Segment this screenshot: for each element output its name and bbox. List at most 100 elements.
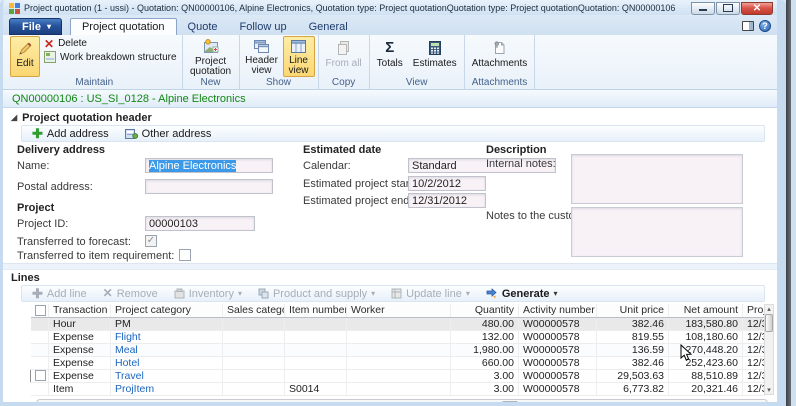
cell-activity-number[interactable]: W00000578 — [519, 330, 597, 343]
scroll-left-icon[interactable]: ◂ — [30, 399, 34, 406]
postal-address-field[interactable] — [145, 179, 273, 194]
cell-item-number[interactable] — [285, 356, 347, 369]
cell-unit-price[interactable]: 382.46 — [597, 317, 669, 330]
cell-sales-category[interactable] — [223, 356, 285, 369]
section-project-quotation-header[interactable]: ◢ Project quotation header — [11, 108, 777, 124]
help-icon[interactable]: ? — [759, 20, 771, 32]
notes-to-customer-textarea[interactable] — [571, 207, 743, 257]
cell-transaction-type[interactable]: Item — [49, 382, 111, 395]
tab-general[interactable]: General — [298, 18, 359, 35]
project-id-field[interactable]: 00000103 — [145, 216, 255, 231]
grid-horizontal-scrollbar[interactable]: ◂ ▸ — [30, 398, 774, 406]
cell-transaction-type[interactable]: Expense — [49, 343, 111, 356]
minimize-button[interactable] — [691, 2, 715, 15]
cell-worker[interactable] — [347, 382, 451, 395]
cell-sales-category[interactable] — [223, 343, 285, 356]
cell-project-date[interactable]: 12/31 — [743, 369, 765, 382]
cell-project-category-link[interactable]: Travel — [111, 369, 223, 382]
cell-activity-number[interactable]: W00000578 — [519, 382, 597, 395]
project-quotation-button[interactable]: Project quotation — [186, 36, 236, 77]
cell-project-date[interactable]: 12/31 — [743, 330, 765, 343]
edit-button[interactable]: Edit — [10, 36, 40, 77]
cell-project-date[interactable]: 12/31 — [743, 382, 765, 395]
col-unit-price[interactable]: Unit price — [597, 304, 669, 317]
row-checkbox[interactable] — [35, 370, 46, 381]
cell-transaction-type[interactable]: Expense — [49, 330, 111, 343]
cell-worker[interactable] — [347, 369, 451, 382]
cell-transaction-type[interactable]: Hour — [49, 317, 111, 330]
tab-follow-up[interactable]: Follow up — [229, 18, 298, 35]
cell-activity-number[interactable]: W00000578 — [519, 343, 597, 356]
col-net-amount[interactable]: Net amount — [669, 304, 743, 317]
estimated-start-field[interactable]: 10/2/2012 — [408, 176, 486, 191]
cell-item-number[interactable] — [285, 317, 347, 330]
grid-row-travel-selected[interactable]: Expense Travel 3.00 W00000578 29,503.63 … — [31, 369, 765, 382]
cell-net-amount[interactable]: 20,321.46 — [669, 382, 743, 395]
scroll-up-icon[interactable]: ▴ — [767, 305, 771, 313]
cell-project-date[interactable]: 12/31 — [743, 317, 765, 330]
totals-button[interactable]: Σ Totals — [373, 36, 407, 77]
vertical-scroll-thumb[interactable] — [765, 314, 773, 332]
horizontal-scroll-track[interactable] — [36, 399, 768, 406]
layout-icon[interactable] — [742, 21, 754, 31]
cell-unit-price[interactable]: 136.59 — [597, 343, 669, 356]
row-select-cell[interactable] — [31, 382, 49, 395]
col-sales-category[interactable]: Sales category — [223, 304, 285, 317]
name-field[interactable]: Alpine Electronics — [145, 158, 273, 173]
work-breakdown-structure-button[interactable]: Work breakdown structure — [42, 51, 179, 63]
select-all-checkbox[interactable] — [35, 305, 46, 316]
cell-transaction-type[interactable]: Expense — [49, 369, 111, 382]
scroll-down-icon[interactable]: ▾ — [767, 386, 771, 394]
cell-net-amount[interactable]: 183,580.80 — [669, 317, 743, 330]
grid-row-hotel[interactable]: Expense Hotel 660.00 W00000578 382.46 25… — [31, 356, 765, 369]
cell-item-number[interactable] — [285, 369, 347, 382]
cell-sales-category[interactable] — [223, 369, 285, 382]
cell-project-category-link[interactable]: Hotel — [111, 356, 223, 369]
cell-unit-price[interactable]: 382.46 — [597, 356, 669, 369]
cell-item-number[interactable] — [285, 330, 347, 343]
horizontal-scroll-thumb[interactable] — [502, 401, 518, 406]
close-button[interactable]: ✕ — [741, 2, 773, 15]
cell-project-date[interactable]: 12/31 — [743, 343, 765, 356]
cell-worker[interactable] — [347, 356, 451, 369]
grid-row-meal[interactable]: Expense Meal 1,980.00 W00000578 136.59 2… — [31, 343, 765, 356]
transferred-to-forecast-checkbox[interactable]: ✓ — [145, 235, 157, 247]
file-menu-button[interactable]: File ▾ — [9, 18, 62, 35]
col-project-category[interactable]: Project category — [111, 304, 223, 317]
cell-activity-number[interactable]: W00000578 — [519, 369, 597, 382]
cell-unit-price[interactable]: 819.55 — [597, 330, 669, 343]
scroll-right-icon[interactable]: ▸ — [770, 399, 774, 406]
select-all-header[interactable] — [31, 304, 49, 317]
attachments-button[interactable]: Attachments — [468, 36, 532, 77]
row-select-cell[interactable] — [31, 317, 49, 330]
header-view-button[interactable]: Header view — [243, 36, 281, 77]
col-item-number[interactable]: Item number — [285, 304, 347, 317]
grid-row-flight[interactable]: Expense Flight 132.00 W00000578 819.55 1… — [31, 330, 765, 343]
cell-quantity[interactable]: 132.00 — [451, 330, 519, 343]
delete-button[interactable]: ✕ Delete — [42, 38, 179, 49]
col-project-date[interactable]: Projec — [743, 304, 765, 317]
cell-activity-number[interactable]: W00000578 — [519, 317, 597, 330]
cell-quantity[interactable]: 480.00 — [451, 317, 519, 330]
cell-sales-category[interactable] — [223, 330, 285, 343]
cell-worker[interactable] — [347, 330, 451, 343]
cell-worker[interactable] — [347, 317, 451, 330]
transferred-to-item-requirement-checkbox[interactable] — [179, 249, 191, 261]
cell-net-amount[interactable]: 88,510.89 — [669, 369, 743, 382]
grid-row-projitem[interactable]: Item ProjItem S0014 3.00 W00000578 6,773… — [31, 382, 765, 395]
add-address-button[interactable]: ✚ Add address — [32, 128, 109, 140]
cell-project-category[interactable]: PM — [111, 317, 223, 330]
cell-unit-price[interactable]: 29,503.63 — [597, 369, 669, 382]
cell-activity-number[interactable]: W00000578 — [519, 356, 597, 369]
cell-project-date[interactable]: 12/31 — [743, 356, 765, 369]
cell-sales-category[interactable] — [223, 317, 285, 330]
cell-quantity[interactable]: 3.00 — [451, 369, 519, 382]
tab-quote[interactable]: Quote — [177, 18, 229, 35]
cell-project-category-link[interactable]: Flight — [111, 330, 223, 343]
cell-item-number[interactable] — [285, 343, 347, 356]
cell-quantity[interactable]: 1,980.00 — [451, 343, 519, 356]
cell-transaction-type[interactable]: Expense — [49, 356, 111, 369]
cell-item-number[interactable]: S0014 — [285, 382, 347, 395]
generate-menu-button[interactable]: Generate ▾ — [486, 288, 558, 300]
restore-button[interactable] — [716, 2, 740, 15]
